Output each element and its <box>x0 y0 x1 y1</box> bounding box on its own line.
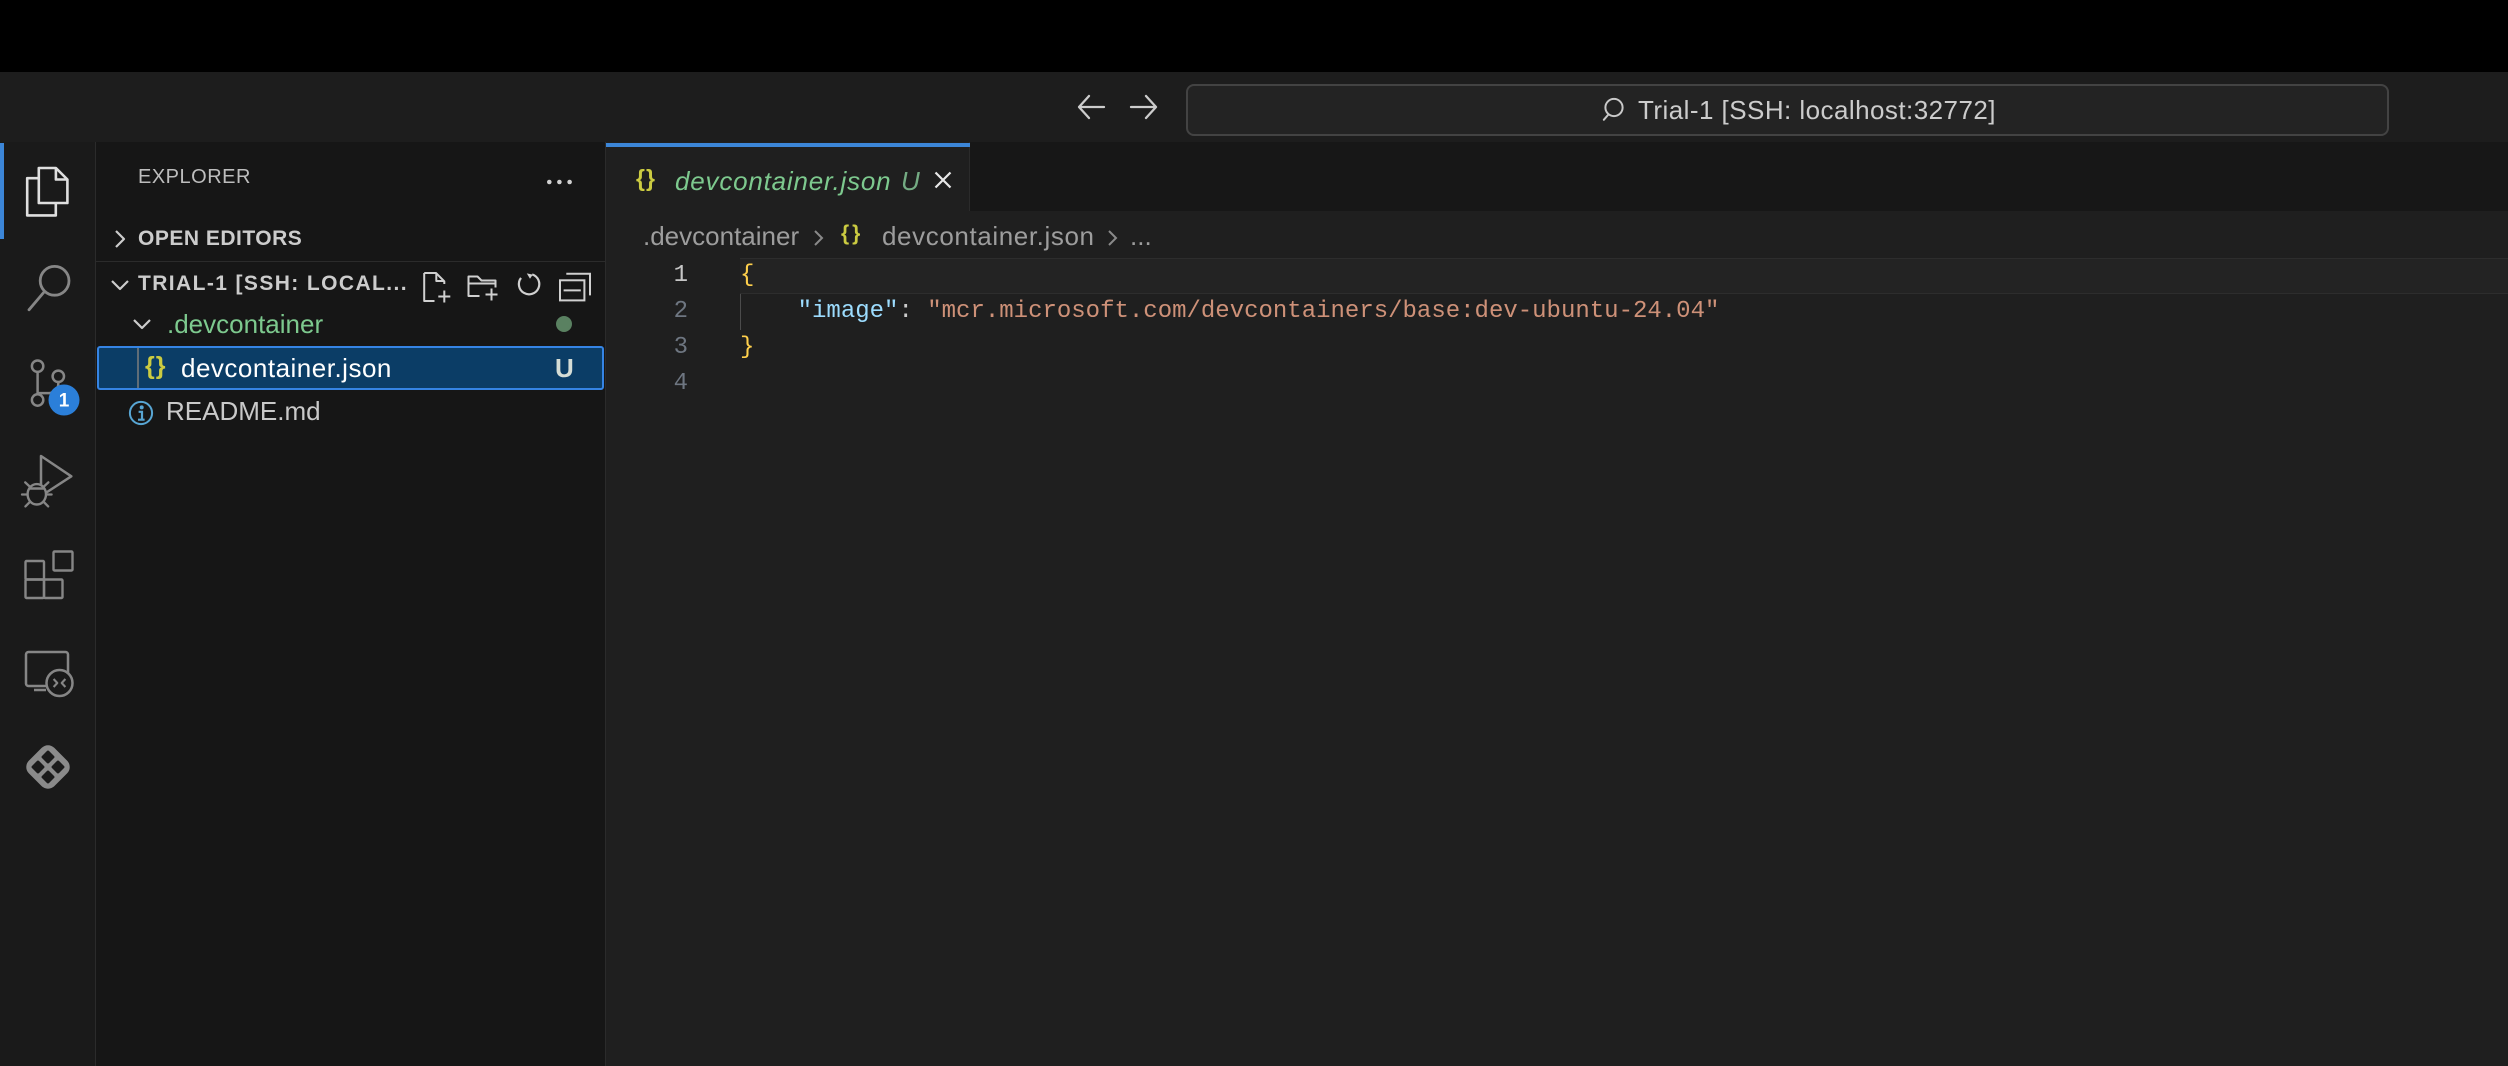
svg-text:1: 1 <box>59 391 70 412</box>
